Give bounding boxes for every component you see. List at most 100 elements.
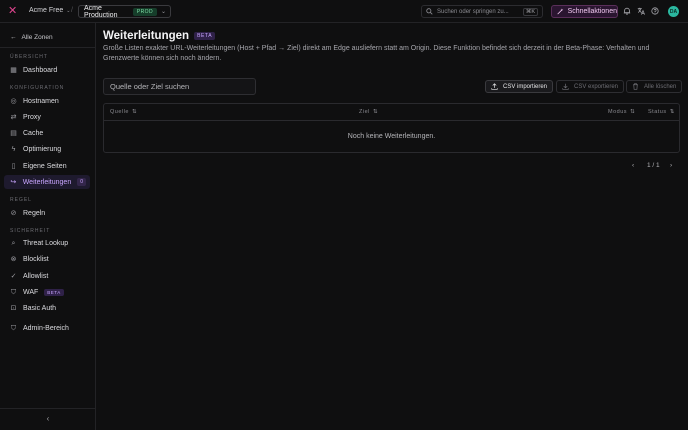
sidebar-item-hostnames[interactable]: ◎ Hostnamen (4, 94, 90, 108)
help-icon[interactable] (650, 7, 659, 16)
file-icon: ▯ (11, 162, 16, 170)
column-label: Modus (608, 109, 628, 115)
section-label-config: KONFIGURATION (10, 85, 65, 91)
delete-all-button[interactable]: Alle löschen (626, 80, 683, 93)
trash-icon (633, 83, 638, 90)
bell-icon[interactable] (622, 7, 631, 16)
sort-icon: ⇅ (630, 109, 636, 115)
global-search[interactable]: Suchen oder springen zu... ⌘K (421, 5, 543, 18)
column-label: Status (648, 109, 667, 115)
translate-icon[interactable] (636, 7, 645, 16)
quick-actions-button[interactable]: Schnellaktionen (551, 5, 618, 18)
org-selector[interactable]: Acme Free ⌄ (29, 7, 70, 14)
sidebar-item-admin[interactable]: ⛉ Admin-Bereich (4, 321, 90, 335)
sidebar-item-label: Weiterleitungen (22, 178, 72, 186)
search-input[interactable] (103, 78, 256, 95)
sidebar-item-blocklist[interactable]: ⊗ Blocklist (4, 252, 90, 266)
divider (0, 47, 96, 48)
divider (0, 408, 96, 409)
section-label-rule: REGEL (10, 197, 32, 203)
page-description: Große Listen exakter URL-Weiterleitungen… (103, 45, 650, 62)
delete-all-label: Alle löschen (644, 83, 677, 90)
sidebar-item-dashboard[interactable]: ▦ Dashboard (4, 63, 90, 77)
arrow-left-icon: ← (10, 34, 17, 41)
sidebar-item-label: Optimierung (23, 145, 62, 153)
sort-icon: ⇅ (372, 109, 378, 115)
sidebar-item-label: Admin-Bereich (23, 324, 69, 332)
breadcrumb-separator: / (71, 7, 73, 14)
sidebar-item-label: Cache (23, 129, 44, 137)
search-icon (426, 8, 433, 15)
sidebar-item-label: Hostnamen (23, 97, 59, 105)
sidebar-item-label: Blocklist (23, 255, 49, 263)
collapse-sidebar-icon[interactable]: ‹ (44, 415, 52, 423)
section-label-overview: ÜBERSICHT (10, 54, 48, 60)
arrows-icon: ⇄ (10, 113, 17, 121)
import-csv-label: CSV importieren (503, 83, 548, 90)
sidebar-item-optimization[interactable]: ϟ Optimierung (4, 142, 90, 156)
app-logo-icon[interactable]: ✕ (8, 6, 17, 17)
sidebar-item-rules[interactable]: ⊘ Regeln (4, 206, 90, 220)
prev-page-button[interactable]: ‹ (632, 162, 634, 169)
quick-actions-label: Schnellaktionen (567, 8, 617, 15)
sort-icon: ⇅ (669, 109, 675, 115)
download-icon (562, 83, 569, 90)
export-csv-label: CSV exportieren (574, 83, 619, 90)
sidebar-item-label: Regeln (23, 209, 46, 217)
lock-icon: ⊡ (10, 304, 17, 312)
grid-icon: ▦ (10, 66, 17, 74)
page-title-text: Weiterleitungen (103, 30, 190, 42)
top-bar: ✕ Acme Free ⌄ / Acme Production PROD ⌄ S… (0, 0, 688, 23)
sidebar-item-label: WAF (23, 288, 39, 296)
redirects-table: Quelle ⇅ Ziel ⇅ Modus ⇅ Status ⇅ Noch ke… (103, 103, 680, 153)
column-header-mode[interactable]: Modus ⇅ (608, 109, 635, 115)
column-header-target[interactable]: Ziel ⇅ (359, 109, 378, 115)
empty-state: Noch keine Weiterleitungen. (347, 133, 436, 140)
column-label: Quelle (110, 109, 129, 115)
table-header: Quelle ⇅ Ziel ⇅ Modus ⇅ Status ⇅ (104, 104, 679, 121)
column-label: Ziel (359, 109, 370, 115)
sort-icon: ⇅ (131, 109, 138, 115)
next-page-button[interactable]: › (670, 162, 672, 169)
sidebar-item-cache[interactable]: ▤ Cache (4, 126, 90, 140)
filter-icon: ⊘ (10, 209, 17, 217)
user-avatar[interactable]: DA (668, 6, 679, 17)
ban-icon: ⊗ (10, 255, 17, 263)
wand-icon (557, 8, 564, 15)
column-header-status[interactable]: Status ⇅ (648, 109, 675, 115)
zone-selector[interactable]: Acme Production PROD ⌄ (78, 4, 171, 19)
page-indicator: 1 / 1 (647, 162, 660, 169)
sidebar-item-label: Eigene Seiten (23, 162, 67, 170)
column-header-source[interactable]: Quelle ⇅ (110, 109, 137, 115)
sidebar-item-allowlist[interactable]: ✓ Allowlist (4, 269, 90, 283)
chevron-down-icon: ⌄ (160, 9, 166, 15)
zone-name: Acme Production (84, 4, 118, 19)
beta-badge: BETA (44, 288, 64, 296)
org-name: Acme Free (29, 7, 64, 14)
export-csv-button[interactable]: CSV exportieren (556, 80, 625, 93)
database-icon: ▤ (10, 129, 17, 137)
sidebar-item-proxy[interactable]: ⇄ Proxy (4, 110, 90, 124)
sidebar-item-custom-pages[interactable]: ▯ Eigene Seiten (4, 159, 90, 173)
section-label-security: SICHERHEIT (10, 228, 51, 234)
back-to-zones-link[interactable]: ← Alle Zonen (10, 34, 53, 41)
sidebar-item-label: Allowlist (23, 272, 49, 280)
import-csv-button[interactable]: CSV importieren (485, 80, 554, 93)
chevron-down-icon: ⌄ (66, 7, 71, 14)
beta-badge: BETA (194, 32, 216, 40)
check-circle-icon: ✓ (10, 272, 17, 280)
sidebar-item-threat-lookup[interactable]: ⌕ Threat Lookup (4, 236, 90, 250)
sidebar: ← Alle Zonen ÜBERSICHT ▦ Dashboard KONFI… (0, 23, 96, 430)
sidebar-item-redirects[interactable]: ↪ Weiterleitungen 0 (4, 175, 90, 189)
globe-icon: ◎ (10, 97, 17, 105)
sidebar-item-basic-auth[interactable]: ⊡ Basic Auth (4, 301, 90, 315)
upload-icon (491, 83, 498, 90)
sidebar-item-label: Dashboard (23, 66, 58, 74)
search-shortcut: ⌘K (522, 7, 538, 16)
sidebar-item-label: Threat Lookup (23, 239, 69, 247)
sidebar-item-label: Basic Auth (23, 304, 57, 312)
back-label: Alle Zonen (21, 34, 53, 41)
page-title: Weiterleitungen BETA (103, 30, 216, 42)
sidebar-item-waf[interactable]: ⛉ WAF BETA (4, 285, 90, 299)
count-badge: 0 (77, 178, 86, 186)
